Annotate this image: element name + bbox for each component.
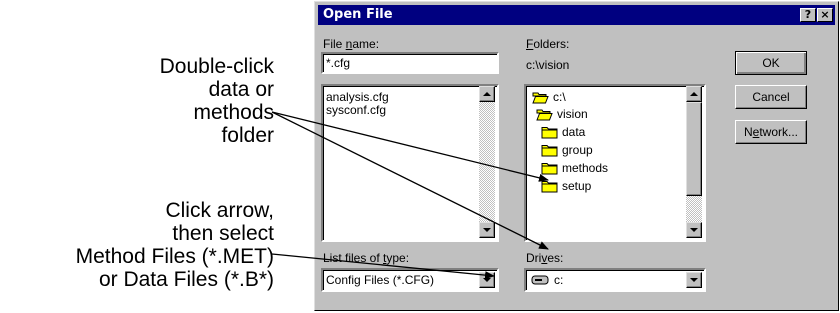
callout-line: data or	[208, 78, 274, 101]
callout-line: Method Files (*.MET)	[75, 245, 274, 268]
current-path: c:\vision	[526, 58, 570, 72]
folder-item-setup[interactable]: setup	[562, 179, 591, 193]
open-folder-icon	[536, 109, 553, 121]
folder-icon	[541, 181, 558, 193]
scroll-thumb[interactable]	[686, 102, 702, 196]
file-list[interactable]: analysis.cfg sysconf.cfg	[321, 84, 499, 242]
callout-line: Click arrow,	[165, 199, 274, 222]
dialog-title: Open File	[323, 7, 393, 22]
file-list-scrollbar[interactable]	[479, 86, 495, 238]
down-arrow-icon	[690, 228, 698, 232]
filetype-dropdown-button[interactable]	[479, 272, 495, 288]
close-button[interactable]: ×	[817, 8, 833, 22]
filetype-select[interactable]: Config Files (*.CFG)	[321, 268, 499, 292]
folder-item-methods[interactable]: methods	[562, 161, 608, 175]
up-arrow-icon	[690, 92, 698, 96]
callout-line: then select	[172, 222, 274, 245]
folder-item-vision[interactable]: vision	[557, 107, 588, 121]
filename-input[interactable]: *.cfg	[321, 52, 499, 74]
folder-item-data[interactable]: data	[562, 125, 585, 139]
folders-label: Folders:	[526, 37, 570, 51]
up-arrow-icon	[483, 92, 491, 96]
chevron-down-icon	[483, 278, 491, 282]
filetype-callout: Click arrow, then select Method Files (*…	[76, 199, 274, 291]
open-file-dialog: Open File ? × File name: *.cfg analysis.…	[314, 1, 839, 311]
file-item[interactable]: analysis.cfg	[326, 90, 389, 104]
folder-tree[interactable]: c:\ vision data group methods setup	[524, 84, 706, 242]
down-arrow-icon	[483, 228, 491, 232]
filetype-label: List files of type:	[323, 251, 410, 265]
help-button[interactable]: ?	[800, 8, 816, 22]
file-item[interactable]: sysconf.cfg	[326, 103, 386, 117]
filetype-value: Config Files (*.CFG)	[326, 273, 435, 287]
title-bar[interactable]: Open File ? ×	[318, 5, 835, 25]
scroll-up-button[interactable]	[686, 86, 702, 102]
ok-button[interactable]: OK	[735, 51, 807, 75]
callout-line: or Data Files (*.B*)	[98, 268, 274, 291]
cancel-button[interactable]: Cancel	[735, 85, 807, 109]
drive-value: c:	[554, 273, 564, 287]
callout-line: folder	[221, 124, 274, 147]
folder-item-group[interactable]: group	[562, 143, 593, 157]
filename-label: File name:	[323, 37, 380, 51]
folder-tree-scrollbar[interactable]	[686, 86, 702, 238]
folder-icon	[541, 145, 558, 157]
drives-select[interactable]: c:	[524, 268, 706, 292]
callout-line: methods	[193, 101, 274, 124]
network-button[interactable]: Network...	[735, 120, 807, 144]
chevron-down-icon	[690, 278, 698, 282]
open-folder-icon	[532, 92, 549, 104]
folder-icon	[541, 127, 558, 139]
folder-callout: Double-click data or methods folder	[160, 55, 274, 147]
scroll-track[interactable]	[479, 102, 495, 222]
scroll-down-button[interactable]	[479, 222, 495, 238]
filename-value: *.cfg	[326, 56, 351, 70]
scroll-down-button[interactable]	[686, 222, 702, 238]
drives-dropdown-button[interactable]	[686, 272, 702, 288]
folder-icon	[541, 163, 558, 175]
callout-line: Double-click	[159, 55, 274, 78]
scroll-up-button[interactable]	[479, 86, 495, 102]
folder-item-root[interactable]: c:\	[553, 90, 566, 104]
drive-icon	[531, 275, 549, 285]
drives-label: Drives:	[526, 251, 564, 265]
